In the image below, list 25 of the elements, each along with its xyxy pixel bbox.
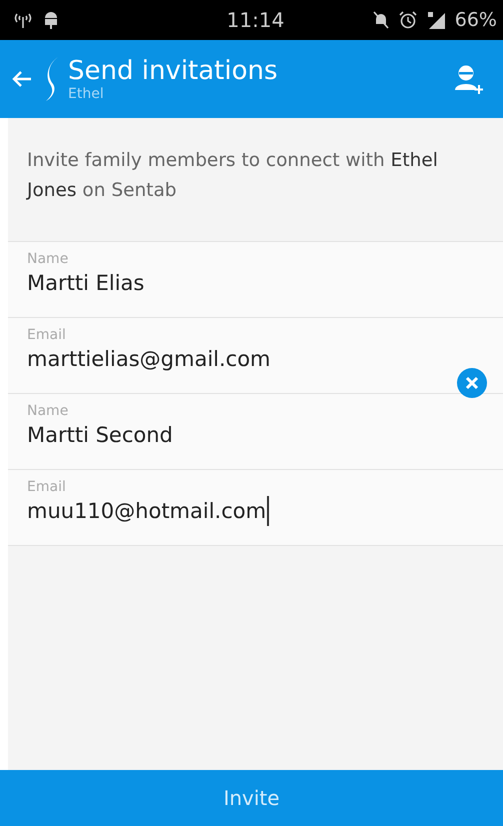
field-label: Email (27, 326, 66, 344)
input-field[interactable]: Name Martti Elias (8, 241, 503, 318)
muted-bell-icon (372, 11, 389, 29)
field-label: Name (27, 402, 68, 420)
add-person-icon[interactable] (455, 64, 483, 94)
battery-level: 66% (454, 9, 497, 31)
screen-title: Send invitations (68, 56, 279, 86)
intro-text: Invite family members to connect with Ethel Jones on Sentab (27, 149, 439, 203)
field-value: Martti Elias (27, 270, 144, 297)
cell-signal-icon (426, 11, 445, 29)
field-label: Email (27, 478, 66, 496)
field-label: Name (27, 250, 68, 268)
status-time: 11:14 (226, 8, 284, 32)
alarm-clock-icon (398, 11, 417, 29)
field-value: muu110@hotmail.com (27, 496, 270, 526)
field-value: Martti Second (27, 422, 173, 449)
screen-subtitle: Ethel (68, 86, 105, 102)
input-field[interactable]: Email muu110@hotmail.com (8, 469, 503, 546)
back-arrow-icon[interactable] (12, 70, 32, 88)
input-field[interactable]: Email marttielias@gmail.com (8, 317, 503, 394)
android-icon (44, 11, 58, 29)
signal-tower-icon (14, 12, 32, 28)
field-value: marttielias@gmail.com (27, 346, 271, 373)
remove-icon[interactable] (457, 368, 487, 398)
input-field[interactable]: Name Martti Second (8, 393, 503, 470)
